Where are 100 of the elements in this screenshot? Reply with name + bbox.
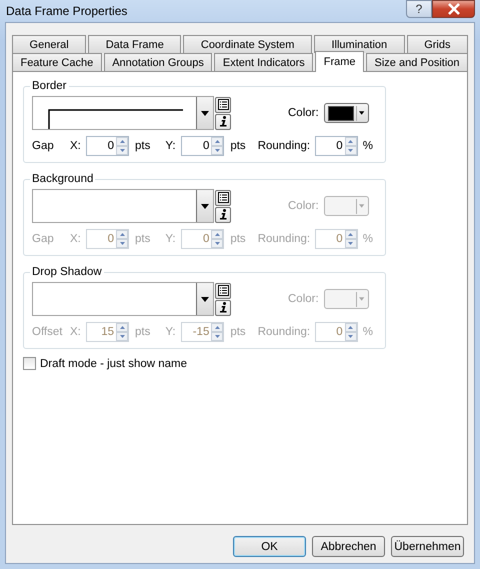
- spin-down-button[interactable]: [211, 146, 224, 155]
- color-label: Color:: [288, 107, 319, 119]
- x-label: X:: [70, 326, 82, 338]
- down-arrow-icon: [120, 242, 124, 245]
- unit-label: pts: [135, 140, 150, 152]
- spin-up-button[interactable]: [116, 137, 128, 146]
- spin-up-button[interactable]: [211, 230, 224, 239]
- list-icon: [218, 285, 228, 296]
- tab[interactable]: Extent Indicators: [214, 53, 314, 71]
- info-icon: [218, 209, 228, 220]
- spin-up-button[interactable]: [211, 323, 224, 332]
- down-arrow-icon: [214, 149, 220, 152]
- up-arrow-icon: [348, 233, 354, 236]
- color-picker[interactable]: [324, 103, 369, 123]
- tab[interactable]: Size and Position: [366, 53, 468, 71]
- y-spinbox[interactable]: 0: [181, 136, 224, 156]
- tab[interactable]: Illumination: [314, 35, 405, 53]
- tab[interactable]: Annotation Groups: [104, 53, 212, 71]
- dropdown-arrow-icon: [359, 111, 365, 115]
- tab[interactable]: Coordinate System: [183, 35, 312, 53]
- properties-button[interactable]: [215, 114, 231, 130]
- tab[interactable]: Frame: [315, 51, 364, 72]
- style-dropdown[interactable]: [32, 96, 214, 130]
- up-arrow-icon: [214, 140, 220, 143]
- up-arrow-icon: [120, 326, 124, 329]
- close-button[interactable]: [432, 0, 475, 18]
- spin-down-button[interactable]: [344, 146, 357, 155]
- symbol-list-button[interactable]: [215, 96, 231, 112]
- down-arrow-icon: [214, 335, 220, 338]
- percent-label: %: [362, 233, 373, 245]
- color-picker[interactable]: [324, 289, 369, 309]
- spin-down-button[interactable]: [116, 239, 128, 248]
- rounding-label: Rounding:: [258, 326, 312, 338]
- list-icon: [218, 99, 228, 110]
- up-arrow-icon: [120, 140, 124, 143]
- percent-label: %: [362, 326, 373, 338]
- color-picker[interactable]: [324, 196, 369, 216]
- dropdown-arrow-icon: [359, 204, 365, 208]
- spin-down-button[interactable]: [116, 146, 128, 155]
- offset-label: Gap: [32, 233, 55, 245]
- color-label: Color:: [288, 293, 319, 305]
- group-title: Background: [31, 173, 94, 185]
- window-title: Data Frame Properties: [5, 4, 128, 18]
- unit-label: pts: [230, 140, 246, 152]
- x-spinbox[interactable]: 0: [86, 136, 129, 156]
- dialog-button[interactable]: OK: [233, 536, 306, 557]
- color-label: Color:: [288, 200, 319, 212]
- info-icon: [218, 116, 228, 127]
- unit-label: pts: [230, 233, 246, 245]
- down-arrow-icon: [348, 149, 354, 152]
- spin-up-button[interactable]: [116, 230, 128, 239]
- tab[interactable]: Data Frame: [88, 35, 182, 53]
- unit-label: pts: [135, 326, 150, 338]
- spin-up-button[interactable]: [344, 323, 357, 332]
- spin-down-button[interactable]: [116, 332, 128, 341]
- dropdown-arrow-icon: [201, 204, 209, 208]
- up-arrow-icon: [214, 233, 220, 236]
- down-arrow-icon: [120, 149, 124, 152]
- rounding-label: Rounding:: [258, 233, 312, 245]
- dropdown-arrow-icon: [201, 296, 209, 302]
- rounding-spinbox[interactable]: 0: [314, 136, 358, 156]
- spin-up-button[interactable]: [211, 137, 224, 146]
- dialog-button[interactable]: Übernehmen: [391, 536, 464, 557]
- dialog-button[interactable]: Abbrechen: [312, 536, 385, 557]
- tab[interactable]: Grids: [406, 35, 468, 53]
- dropdown-arrow-icon: [201, 110, 209, 116]
- spin-up-button[interactable]: [344, 230, 357, 239]
- close-icon: [446, 3, 460, 15]
- properties-button[interactable]: [215, 206, 231, 222]
- y-label: Y:: [165, 326, 177, 338]
- x-label: X:: [70, 140, 82, 152]
- symbol-list-button[interactable]: [215, 282, 231, 298]
- spin-down-button[interactable]: [211, 332, 224, 341]
- down-arrow-icon: [348, 242, 354, 245]
- down-arrow-icon: [214, 242, 220, 245]
- group-title: Drop Shadow: [31, 266, 103, 278]
- unit-label: pts: [230, 326, 246, 338]
- down-arrow-icon: [348, 335, 354, 338]
- checkbox-label: Draft mode - just show name: [40, 358, 188, 370]
- unit-label: pts: [135, 233, 150, 245]
- x-label: X:: [70, 233, 82, 245]
- info-icon: [218, 302, 228, 313]
- y-label: Y:: [165, 140, 177, 152]
- properties-button[interactable]: [215, 300, 231, 316]
- tab[interactable]: General: [12, 35, 86, 53]
- spin-up-button[interactable]: [344, 137, 357, 146]
- draft-mode-checkbox[interactable]: [23, 357, 36, 370]
- help-button[interactable]: ?: [406, 0, 432, 18]
- down-arrow-icon: [120, 335, 124, 338]
- up-arrow-icon: [348, 140, 354, 143]
- spin-down-button[interactable]: [344, 239, 357, 248]
- list-icon: [218, 192, 228, 203]
- spin-down-button[interactable]: [344, 332, 357, 341]
- spin-down-button[interactable]: [211, 239, 224, 248]
- up-arrow-icon: [214, 326, 220, 329]
- symbol-list-button[interactable]: [215, 190, 231, 206]
- offset-label: Gap: [32, 140, 55, 152]
- spin-up-button[interactable]: [116, 323, 128, 332]
- tab[interactable]: Feature Cache: [12, 53, 102, 71]
- offset-label: Offset: [32, 326, 64, 338]
